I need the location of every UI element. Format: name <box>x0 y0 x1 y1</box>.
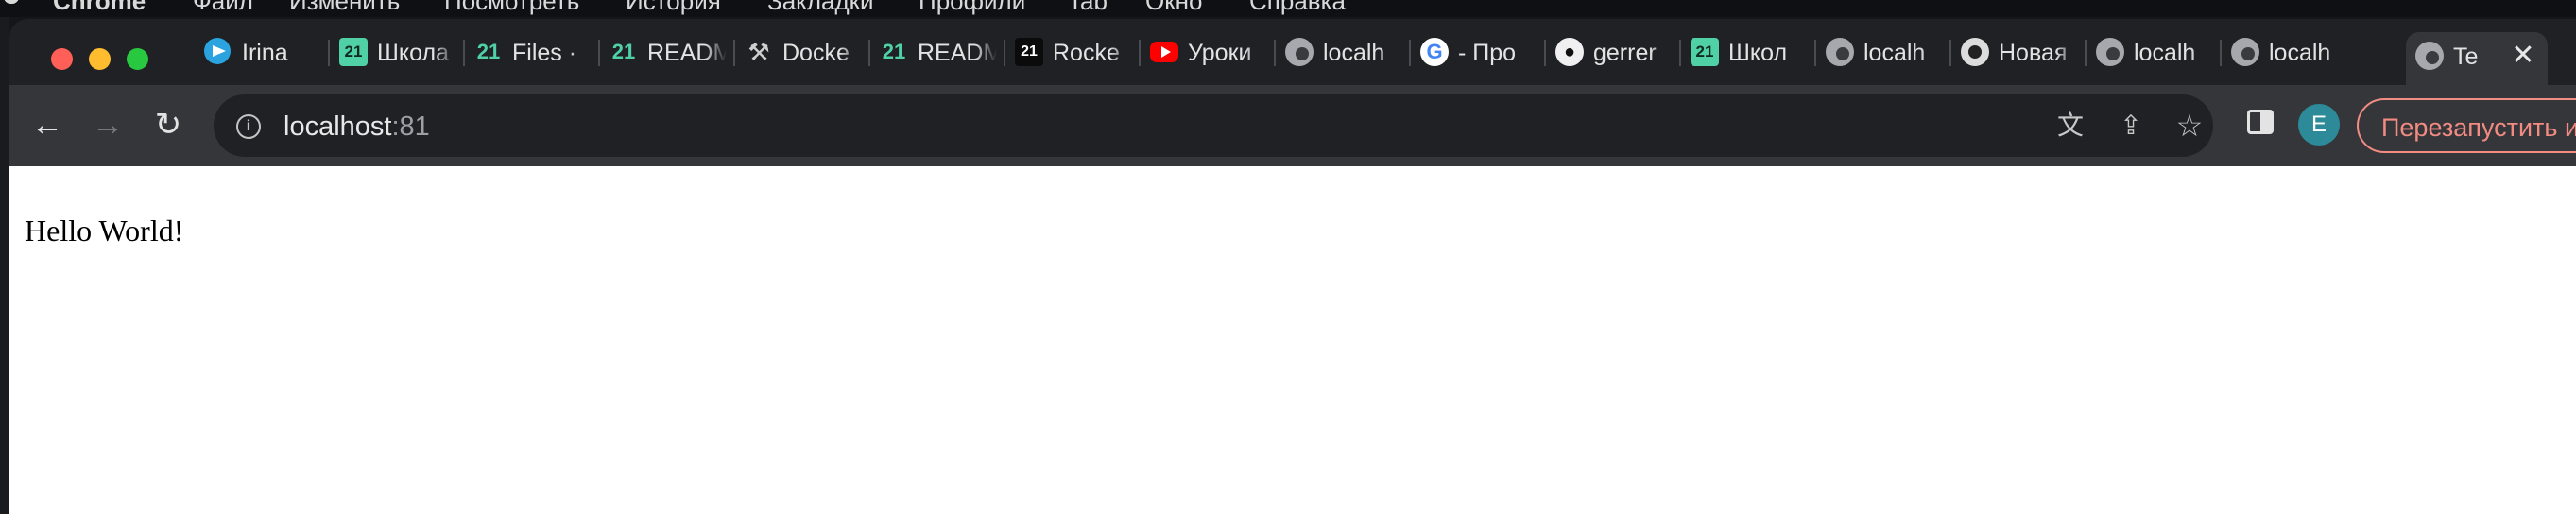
tab-docker[interactable]: ⚒ Docke <box>735 19 870 81</box>
back-button[interactable]: ← <box>26 104 68 146</box>
school21-icon: 21 <box>1691 38 1719 66</box>
menu-view[interactable]: Посмотреть <box>444 0 579 16</box>
menu-history[interactable]: История <box>626 0 721 16</box>
tab-school-2[interactable]: 21 Школ <box>1681 19 1816 81</box>
school21-icon: 21 <box>882 40 906 63</box>
tab-label: Rocke <box>1053 40 1120 66</box>
globe-icon <box>2415 42 2444 70</box>
tab-school-1[interactable]: 21 Школа <box>330 19 465 81</box>
chrome-icon <box>1961 38 1989 66</box>
tab-label: READM <box>647 40 727 66</box>
tab-label: Новая <box>1999 40 2068 66</box>
telegram-icon <box>204 38 231 64</box>
browser-window: Irina 21 Школа 21 Files · 21 READM ⚒ Doc… <box>9 19 2576 514</box>
close-tab-icon[interactable]: ✕ <box>2507 40 2539 72</box>
menu-help[interactable]: Справка <box>1249 0 1346 16</box>
tab-label: localh <box>2134 40 2196 66</box>
translate-icon[interactable]: 文 <box>2051 106 2090 146</box>
apple-icon[interactable] <box>4 0 19 4</box>
minimize-window-button[interactable] <box>89 48 111 70</box>
menu-edit[interactable]: Изменить <box>289 0 400 16</box>
restart-button[interactable]: Перезапустить и <box>2357 98 2576 153</box>
tab-label: Школа <box>377 40 449 66</box>
tab-lessons[interactable]: Уроки <box>1141 19 1276 81</box>
profile-avatar[interactable]: E <box>2298 104 2340 146</box>
tab-localhost-4[interactable]: localh <box>2222 19 2357 81</box>
tab-github[interactable]: ● gerrer <box>1546 19 1681 81</box>
globe-icon <box>1826 38 1854 66</box>
close-window-button[interactable] <box>51 48 73 70</box>
menu-file[interactable]: Файл <box>193 0 253 16</box>
tab-label: Уроки <box>1188 40 1252 66</box>
tab-readme-2[interactable]: 21 READM <box>870 19 1005 81</box>
tab-label: Школ <box>1728 40 1788 66</box>
tools-icon: ⚒ <box>747 38 770 66</box>
tab-localhost-2[interactable]: localh <box>1816 19 1951 81</box>
browser-toolbar: ← → ↻ i localhost:81 文 ⇪ ☆ E Перезапусти… <box>9 85 2576 166</box>
tab-label: Files · <box>512 40 577 66</box>
tab-rocket[interactable]: 21 Rocke <box>1005 19 1141 81</box>
tab-label: localh <box>1323 40 1385 66</box>
tab-label: - Про <box>1458 40 1517 66</box>
share-icon[interactable]: ⇪ <box>2111 106 2151 146</box>
tab-files[interactable]: 21 Files · <box>465 19 600 81</box>
menu-bookmarks[interactable]: Закладки <box>767 0 874 16</box>
tab-label: Te <box>2453 43 2479 70</box>
school21-icon: 21 <box>339 38 368 66</box>
tab-google[interactable]: G - Про <box>1411 19 1546 81</box>
system-menu-bar: Chrome Файл Изменить Посмотреть История … <box>0 0 2576 17</box>
tab-label: READM <box>918 40 997 66</box>
page-content: Hello World! <box>9 166 2576 514</box>
globe-icon <box>2231 38 2259 66</box>
tab-label: localh <box>1863 40 1926 66</box>
tab-label: Irina <box>242 40 288 66</box>
tab-irina[interactable]: Irina <box>195 19 330 81</box>
github-icon: ● <box>1555 38 1584 66</box>
tab-label: localh <box>2269 40 2331 66</box>
fullscreen-window-button[interactable] <box>127 48 148 70</box>
reload-button[interactable]: ↻ <box>147 104 189 146</box>
menu-chrome[interactable]: Chrome <box>53 0 146 16</box>
forward-button[interactable]: → <box>87 104 129 146</box>
tab-localhost-3[interactable]: localh <box>2087 19 2222 81</box>
school21-icon: 21 <box>476 40 501 63</box>
school21-icon: 21 <box>1015 38 1043 66</box>
page-text: Hello World! <box>25 214 184 248</box>
site-info-icon[interactable]: i <box>236 114 261 139</box>
globe-icon <box>1285 38 1314 66</box>
url-text[interactable]: localhost:81 <box>283 111 430 143</box>
menu-tab[interactable]: Tab <box>1068 0 1108 16</box>
tab-active[interactable]: Te ✕ <box>2406 32 2548 85</box>
desktop-edge <box>0 17 9 514</box>
tab-label: gerrer <box>1593 40 1657 66</box>
menu-profiles[interactable]: Профили <box>919 0 1025 16</box>
bookmark-star-icon[interactable]: ☆ <box>2170 106 2209 146</box>
tab-new-tab[interactable]: Новая <box>1951 19 2087 81</box>
tab-readme-1[interactable]: 21 READM <box>600 19 735 81</box>
menu-window[interactable]: Окно <box>1145 0 1202 16</box>
side-panel-icon[interactable] <box>2247 110 2274 134</box>
google-icon: G <box>1420 38 1449 66</box>
school21-icon: 21 <box>611 40 636 63</box>
youtube-icon <box>1150 42 1178 62</box>
tab-localhost-1[interactable]: localh <box>1276 19 1411 81</box>
address-bar[interactable]: i localhost:81 文 ⇪ ☆ <box>214 94 2213 157</box>
tab-label: Docke <box>782 40 850 66</box>
globe-icon <box>2096 38 2124 66</box>
